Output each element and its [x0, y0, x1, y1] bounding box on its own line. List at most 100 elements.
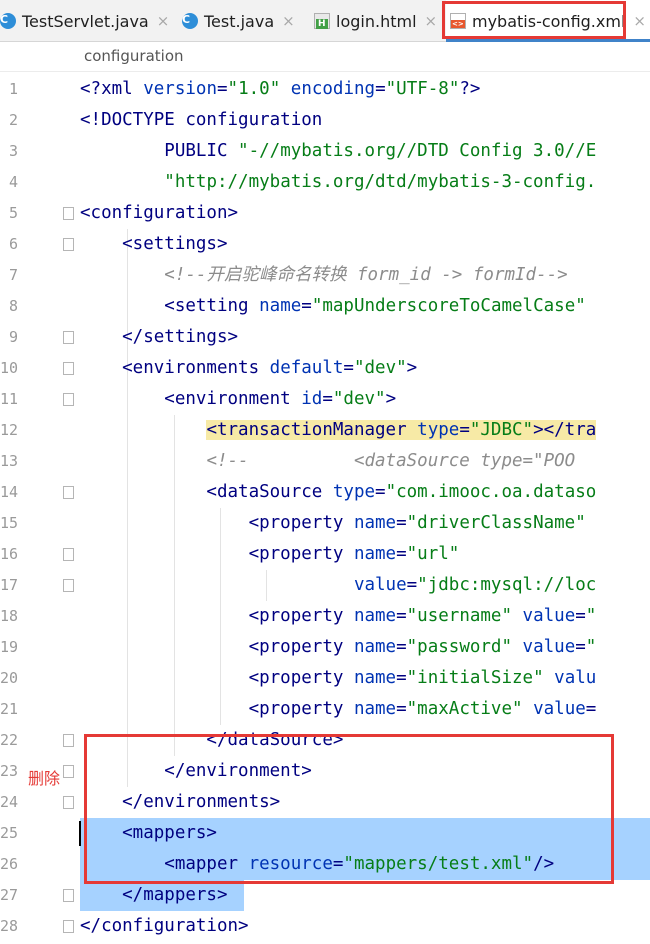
tab-test-java[interactable]: C Test.java × [182, 0, 304, 42]
code-text: <mappers> [80, 818, 217, 849]
code-line[interactable]: 6 <settings> [0, 229, 650, 260]
fold-marker-icon[interactable] [63, 734, 74, 747]
delete-annotation-label: 删除 [28, 769, 61, 788]
breadcrumb-item[interactable]: configuration [84, 47, 184, 65]
code-line[interactable]: 10 <environments default="dev"> [0, 353, 650, 384]
code-line[interactable]: 3 PUBLIC "-//mybatis.org//DTD Config 3.0… [0, 136, 650, 167]
code-line[interactable]: 4 "http://mybatis.org/dtd/mybatis-3-conf… [0, 167, 650, 198]
text-caret [79, 821, 81, 846]
fold-marker-icon[interactable] [63, 486, 74, 499]
code-token: "-//mybatis.org//DTD Config 3.0//E [238, 141, 597, 161]
code-line[interactable]: 22 </dataSource> [0, 725, 650, 756]
line-number: 3 [8, 142, 18, 160]
code-line[interactable]: 18 <property name="username" value=" [0, 601, 650, 632]
code-line[interactable]: 23 </environment> [0, 756, 650, 787]
code-token: value [533, 699, 586, 719]
code-token: <environments [80, 358, 270, 378]
line-number: 14 [0, 483, 19, 501]
fold-marker-icon[interactable] [63, 362, 74, 375]
code-line[interactable]: 15 <property name="driverClassName" [0, 508, 650, 539]
code-line[interactable]: 12 <transactionManager type="JDBC"></tra [0, 415, 650, 446]
line-number: 28 [0, 917, 19, 935]
tab-testservlet-java[interactable]: C TestServlet.java × [0, 0, 172, 42]
code-token: = [396, 606, 407, 626]
code-line[interactable]: 7 <!--开启驼峰命名转换 form_id -> formId--> [0, 260, 650, 291]
close-icon[interactable]: × [282, 12, 295, 30]
code-token: <mapper [80, 854, 249, 874]
java-class-icon: C [0, 13, 16, 29]
code-line[interactable]: 13 <!-- <dataSource type="POO [0, 446, 650, 477]
code-line[interactable]: 2 <!DOCTYPE configuration [0, 105, 650, 136]
code-line[interactable]: 28 </configuration> [0, 911, 650, 942]
code-line[interactable]: 19 <property name="password" value=" [0, 632, 650, 663]
fold-marker-icon[interactable] [63, 331, 74, 344]
code-line[interactable]: 21 <property name="maxActive" value= [0, 694, 650, 725]
code-token: <property [80, 544, 354, 564]
code-text: </environment> [80, 756, 312, 787]
close-icon[interactable]: × [157, 12, 170, 30]
close-icon[interactable]: × [425, 12, 438, 30]
line-number: 4 [8, 173, 18, 191]
code-text: <!--开启驼峰命名转换 form_id -> formId--> [80, 260, 567, 291]
line-number: 16 [0, 545, 19, 563]
code-token: = [406, 575, 418, 595]
tab-login-html[interactable]: login.html × [314, 0, 440, 42]
code-token: = [301, 296, 312, 316]
fold-marker-icon[interactable] [63, 765, 74, 778]
fold-marker-icon[interactable] [63, 889, 74, 902]
code-text: <configuration> [80, 198, 238, 229]
code-token: </settings> [80, 327, 239, 347]
code-line[interactable]: 8 <setting name="mapUnderscoreToCamelCas… [0, 291, 650, 322]
code-line[interactable]: 27 </mappers> [0, 880, 650, 911]
code-line[interactable]: 24 </environments> [0, 787, 650, 818]
code-token: > [406, 358, 418, 378]
code-editor[interactable]: 1 <?xml version="1.0" encoding="UTF-8"?> 2… [0, 72, 650, 944]
code-text: </configuration> [80, 911, 249, 942]
code-token: " [585, 606, 597, 626]
close-icon[interactable]: × [633, 12, 646, 30]
line-number: 11 [0, 390, 19, 408]
tab-label: TestServlet.java [22, 11, 149, 31]
line-number: 13 [0, 452, 19, 470]
code-line[interactable]: 17 value="jdbc:mysql://loc [0, 570, 650, 601]
fold-marker-icon[interactable] [63, 393, 74, 406]
code-line[interactable]: 25 <mappers> [0, 818, 650, 849]
code-token: type [417, 420, 460, 440]
code-token: name [353, 699, 397, 719]
code-text: <setting name="mapUnderscoreToCamelCase" [80, 291, 585, 322]
code-token: = [332, 854, 344, 874]
code-token: </mappers> [80, 885, 228, 905]
code-line[interactable]: 5 <configuration> [0, 198, 650, 229]
line-number: 19 [0, 638, 19, 656]
code-line[interactable]: 14 <dataSource type="com.imooc.oa.dataso [0, 477, 650, 508]
fold-marker-icon[interactable] [63, 207, 74, 220]
code-line[interactable]: 26 <mapper resource="mappers/test.xml"/> [0, 849, 650, 880]
breadcrumb[interactable]: configuration [0, 42, 650, 72]
code-line[interactable]: 11 <environment id="dev"> [0, 384, 650, 415]
code-token: = [396, 544, 407, 564]
code-text: <settings> [80, 229, 227, 260]
editor-tab-bar: C TestServlet.java × C Test.java × login… [0, 0, 650, 42]
fold-marker-icon[interactable] [63, 238, 74, 251]
code-text: value="jdbc:mysql://loc [80, 570, 596, 601]
fold-marker-icon[interactable] [63, 920, 74, 933]
tab-mybatis-config-xml[interactable]: mybatis-config.xml × [446, 0, 650, 42]
fold-marker-icon[interactable] [63, 796, 74, 809]
line-number: 10 [0, 359, 19, 377]
code-line[interactable]: 1 <?xml version="1.0" encoding="UTF-8"?> [0, 74, 650, 105]
code-token: "username" [406, 606, 512, 626]
code-line[interactable]: 16 <property name="url" [0, 539, 650, 570]
code-token: value [522, 637, 576, 657]
xml-file-icon [450, 13, 466, 29]
code-token: "JDBC" [469, 420, 534, 440]
code-text: <!DOCTYPE configuration [80, 105, 322, 136]
fold-marker-icon[interactable] [63, 548, 74, 561]
code-line[interactable]: 9 </settings> [0, 322, 650, 353]
fold-marker-icon[interactable] [63, 579, 74, 592]
code-line[interactable]: 20 <property name="initialSize" valu [0, 663, 650, 694]
code-token: = [396, 699, 407, 719]
code-token: <configuration> [80, 203, 239, 223]
